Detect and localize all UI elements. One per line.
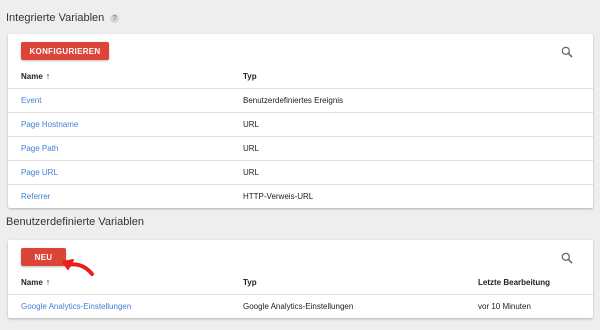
variable-type: Google Analytics-Einstellungen [243, 302, 354, 311]
column-header-name-label: Name [21, 72, 43, 81]
builtin-variables-title: Integrierte Variablen ? [6, 12, 120, 24]
variable-type: URL [243, 144, 260, 153]
table-row: Referrer HTTP-Verweis-URL [8, 184, 593, 208]
search-icon[interactable] [560, 251, 574, 265]
help-icon[interactable]: ? [110, 13, 120, 23]
variable-type: HTTP-Verweis-URL [243, 192, 314, 201]
variable-name-link[interactable]: Referrer [21, 192, 50, 201]
custom-variables-title: Benutzerdefinierte Variablen [6, 216, 144, 228]
variable-name-link[interactable]: Page Path [21, 144, 58, 153]
sort-arrow-up-icon: ↑ [45, 277, 51, 287]
variable-type: URL [243, 120, 260, 129]
column-header-name-label: Name [21, 278, 43, 287]
table-row: Page URL URL [8, 160, 593, 184]
variable-last-edit: vor 10 Minuten [478, 302, 531, 311]
sort-arrow-up-icon: ↑ [45, 71, 51, 81]
column-header-type: Typ [243, 71, 257, 81]
variable-type: URL [243, 168, 260, 177]
search-icon[interactable] [560, 45, 574, 59]
table-row: Page Path URL [8, 136, 593, 160]
annotation-arrow-icon [62, 259, 94, 276]
table-header: Name ↑ Typ [8, 64, 593, 88]
table-row: Page Hostname URL [8, 112, 593, 136]
builtin-variables-title-text: Integrierte Variablen [6, 12, 105, 24]
configure-button[interactable]: KONFIGURIEREN [21, 42, 109, 60]
column-header-name[interactable]: Name ↑ [21, 277, 50, 287]
variable-name-link[interactable]: Page URL [21, 168, 58, 177]
variable-name-link[interactable]: Event [21, 96, 41, 105]
table-row: Event Benutzerdefiniertes Ereignis [8, 88, 593, 112]
variable-name-link[interactable]: Google Analytics-Einstellungen [21, 302, 131, 311]
column-header-type: Typ [243, 277, 257, 287]
variable-name-link[interactable]: Page Hostname [21, 120, 78, 129]
builtin-variables-card: KONFIGURIEREN Name ↑ Typ Event Benutzerde… [8, 34, 593, 208]
column-header-last-edit: Letzte Bearbeitung [478, 277, 551, 287]
table-row: Google Analytics-Einstellungen Google An… [8, 294, 593, 318]
custom-variables-title-text: Benutzerdefinierte Variablen [6, 216, 144, 228]
variable-type: Benutzerdefiniertes Ereignis [243, 96, 344, 105]
column-header-name[interactable]: Name ↑ [21, 71, 50, 81]
